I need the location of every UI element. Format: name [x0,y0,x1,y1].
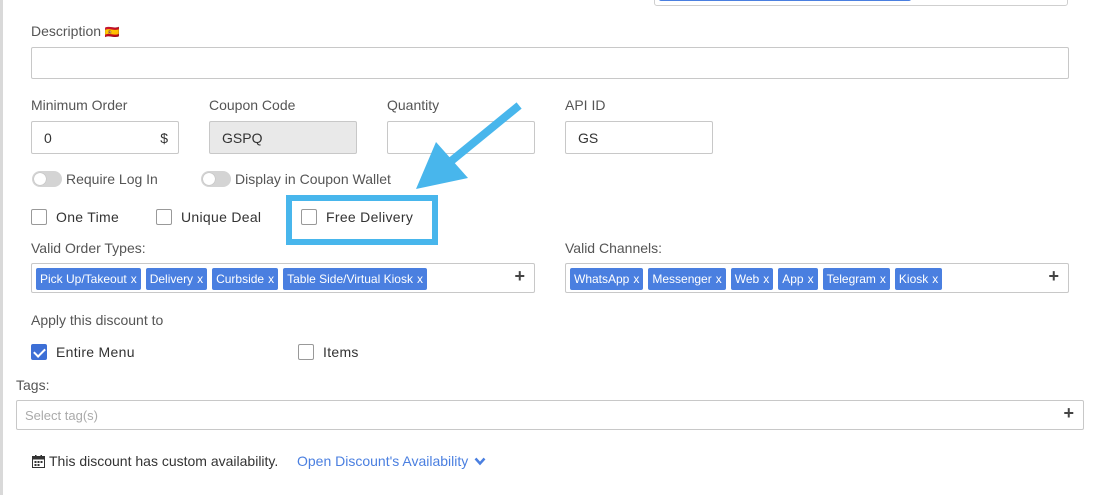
coupon-code-value: GSPQ [222,129,263,146]
one-time-label: One Time [56,209,120,225]
coupon-code-label: Coupon Code [209,97,296,113]
channel-tag: Messenger x [648,268,726,290]
order-type-tag: Pick Up/Takeout x [36,268,141,290]
chevron-down-icon [474,457,486,465]
order-type-tag: Table Side/Virtual Kiosk x [283,268,427,290]
highlight-box [286,195,438,245]
tags-label: Tags: [16,377,50,393]
description-label-text: Description [31,23,102,39]
checkbox-box[interactable] [298,344,314,360]
order-type-tag: Delivery x [145,268,208,290]
channels-label: Valid Channels: [565,240,663,256]
channel-tag: Kiosk x [894,268,943,290]
order-types-select[interactable]: Pick Up/Takeout x Delivery x Curbside x Tab… [31,263,535,293]
api-id-input[interactable]: GS [565,121,713,154]
remove-tag-icon[interactable]: x [417,272,423,286]
tags-placeholder: Select tag(s) [25,408,98,423]
top-select-field[interactable] [654,0,1068,6]
description-label: Description 🇪🇸 [31,23,120,39]
availability-note: This discount has custom availability. [32,453,278,469]
require-login-label: Require Log In [66,171,158,187]
minimum-order-input[interactable]: 0 $ [31,121,179,154]
add-tag-icon[interactable]: + [1063,403,1074,424]
tags-select[interactable]: Select tag(s) + [16,400,1084,430]
channels-select[interactable]: WhatsApp x Messenger x Web x App x Telegram x… [565,263,1069,293]
currency-suffix: $ [160,130,168,146]
remove-tag-icon[interactable]: x [880,272,886,286]
remove-tag-icon[interactable]: x [633,272,639,286]
unique-deal-checkbox[interactable]: Unique Deal [156,209,261,225]
top-select-value [659,0,911,1]
remove-tag-icon[interactable]: x [763,272,769,286]
remove-tag-icon[interactable]: x [197,272,203,286]
remove-tag-icon[interactable]: x [716,272,722,286]
toggle-switch[interactable] [201,171,231,187]
calendar-icon [32,454,45,468]
items-label: Items [323,344,359,360]
checkbox-box[interactable] [31,209,47,225]
channel-tag: WhatsApp x [570,268,644,290]
order-types-label: Valid Order Types: [31,240,146,256]
channel-tag: Web x [730,268,774,290]
entire-menu-label: Entire Menu [56,344,135,360]
channel-tag: Telegram x [822,268,890,290]
minimum-order-label: Minimum Order [31,97,128,113]
coupon-code-input: GSPQ [209,121,357,154]
api-id-label: API ID [565,97,606,113]
availability-text: This discount has custom availability. [49,453,279,469]
open-availability-label: Open Discount's Availability [297,453,469,469]
add-order-type-icon[interactable]: + [514,266,525,287]
checkbox-box-checked[interactable] [31,344,47,360]
unique-deal-label: Unique Deal [181,209,262,225]
spain-flag-icon: 🇪🇸 [104,25,120,39]
minimum-order-value: 0 [44,129,52,146]
checkbox-box[interactable] [156,209,172,225]
toggle-switch[interactable] [32,171,62,187]
open-availability-link[interactable]: Open Discount's Availability [297,453,486,469]
display-wallet-label: Display in Coupon Wallet [235,171,391,187]
api-id-value: GS [578,129,599,146]
apply-discount-label: Apply this discount to [31,312,164,328]
panel-left-border [0,0,3,495]
order-type-tag: Curbside x [212,268,279,290]
channel-tag: App x [778,268,818,290]
require-login-toggle[interactable]: Require Log In [32,171,158,187]
items-checkbox[interactable]: Items [298,344,359,360]
remove-tag-icon[interactable]: x [131,272,137,286]
add-channel-icon[interactable]: + [1048,266,1059,287]
description-input[interactable] [31,47,1069,79]
annotation-arrow-icon [416,102,522,189]
remove-tag-icon[interactable]: x [932,272,938,286]
display-wallet-toggle[interactable]: Display in Coupon Wallet [201,171,391,187]
one-time-checkbox[interactable]: One Time [31,209,119,225]
remove-tag-icon[interactable]: x [808,272,814,286]
entire-menu-checkbox[interactable]: Entire Menu [31,344,135,360]
remove-tag-icon[interactable]: x [268,272,274,286]
